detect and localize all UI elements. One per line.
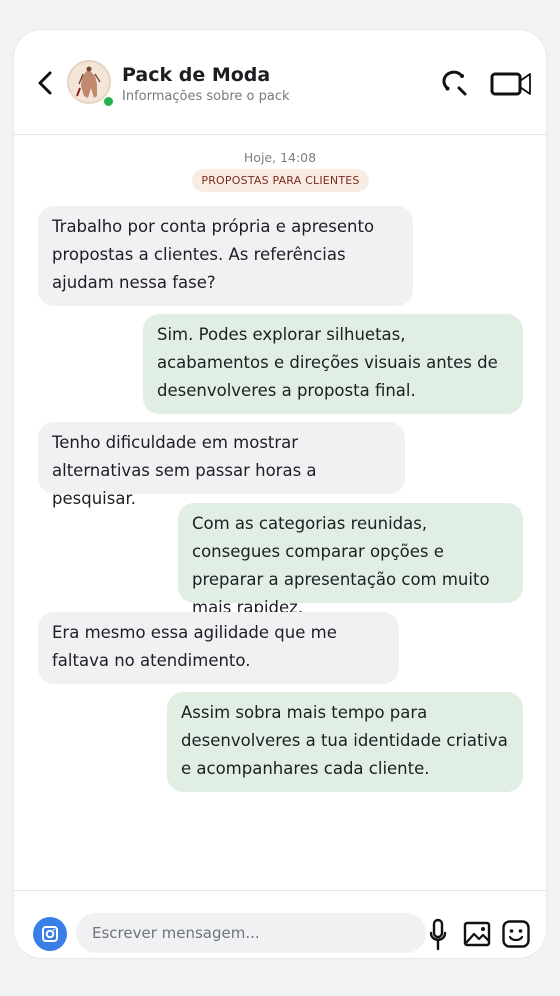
chat-header: Pack de Moda Informações sobre o pack bbox=[14, 30, 546, 135]
message-input[interactable] bbox=[76, 913, 426, 953]
online-status-indicator bbox=[103, 96, 114, 107]
video-call-button[interactable] bbox=[490, 70, 534, 98]
incoming-message: Era mesmo essa agilidade que me faltava … bbox=[38, 612, 399, 684]
sticker-button[interactable] bbox=[501, 919, 531, 949]
chat-title: Pack de Moda bbox=[122, 64, 271, 86]
chat-window: Pack de Moda Informações sobre o pack Ho… bbox=[14, 30, 546, 958]
message-timestamp: Hoje, 14:08 bbox=[243, 150, 317, 165]
topic-tag: PROPOSTAS PARA CLIENTES bbox=[192, 169, 369, 192]
microphone-icon bbox=[429, 918, 447, 951]
back-arrow-icon bbox=[38, 71, 52, 95]
outgoing-message: Assim sobra mais tempo para desenvolvere… bbox=[167, 692, 523, 792]
gallery-button[interactable] bbox=[463, 920, 491, 948]
outgoing-message: Com as categorias reunidas, consegues co… bbox=[178, 503, 523, 617]
voice-call-button[interactable] bbox=[440, 68, 470, 98]
sticker-icon bbox=[502, 920, 530, 948]
message-composer bbox=[14, 890, 546, 958]
incoming-message: Trabalho por conta própria e apresento p… bbox=[38, 206, 413, 306]
incoming-message: Tenho dificuldade em mostrar alternativa… bbox=[38, 422, 405, 508]
phone-icon bbox=[442, 70, 467, 96]
camera-button[interactable] bbox=[33, 917, 67, 951]
outgoing-message: Sim. Podes explorar silhuetas, acabament… bbox=[143, 314, 523, 414]
pack-info-link[interactable]: Informações sobre o pack bbox=[122, 89, 290, 104]
image-icon bbox=[463, 921, 491, 947]
voice-message-button[interactable] bbox=[428, 918, 448, 952]
camera-icon bbox=[42, 926, 58, 942]
video-camera-icon bbox=[490, 72, 531, 96]
back-button[interactable] bbox=[34, 68, 58, 98]
fashion-sketch-icon bbox=[69, 62, 109, 102]
